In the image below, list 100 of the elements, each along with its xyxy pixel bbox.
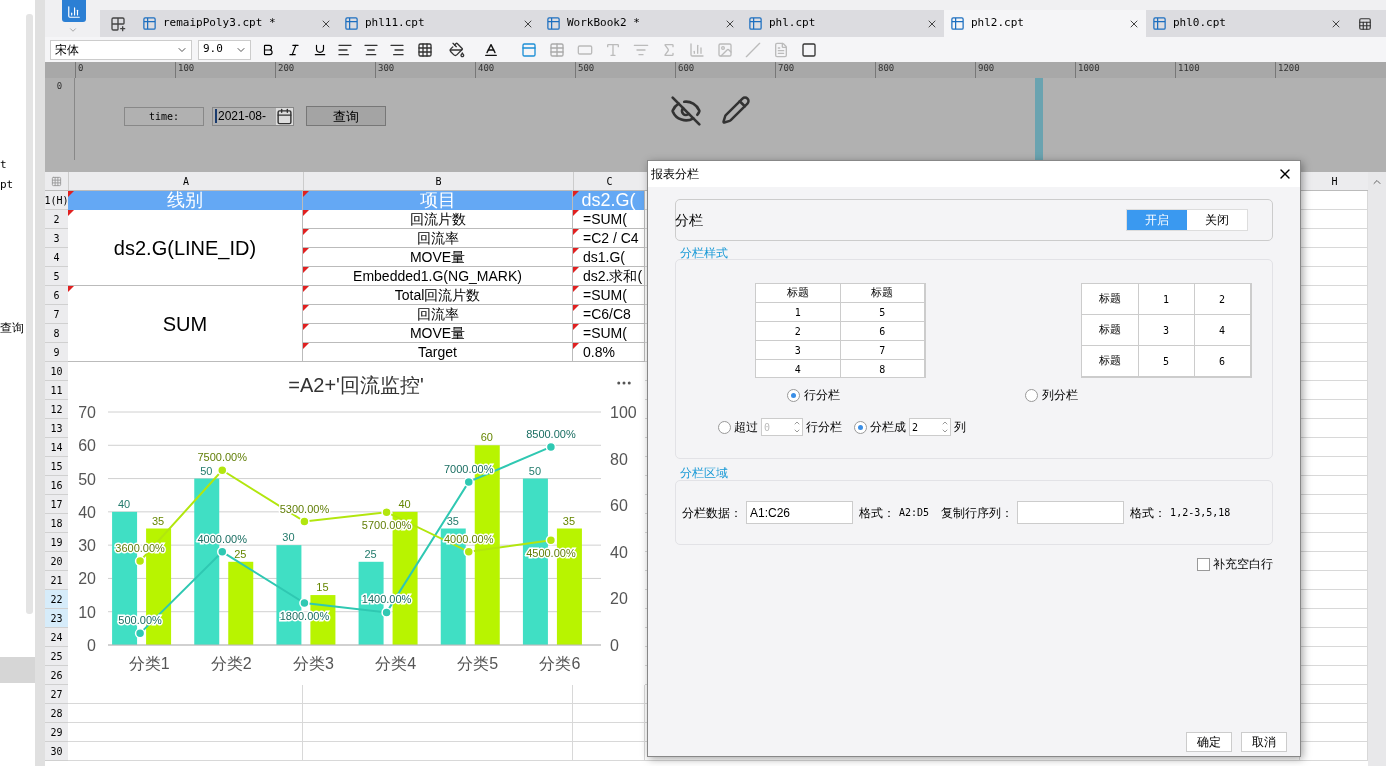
row-header[interactable]: 22 (45, 590, 68, 609)
font-select[interactable]: 宋体 (50, 39, 192, 60)
row-header[interactable]: 17 (45, 495, 68, 514)
table-cell: 回流片数 (303, 210, 573, 229)
row-header[interactable]: 24 (45, 628, 68, 647)
ruler-label: 800 (878, 62, 895, 75)
radio-label: 超过 (734, 419, 758, 436)
table-cell: SUM (68, 286, 303, 362)
ruler-label: 200 (278, 62, 295, 75)
bar-label: 35 (151, 514, 165, 527)
ruler-label: 0 (56, 80, 63, 93)
row-header[interactable]: 29 (45, 723, 68, 742)
row-header[interactable]: 2 (45, 210, 68, 229)
table-cell: =C6/C8 (573, 305, 645, 324)
dialog-title: 报表分栏 (651, 166, 699, 183)
preview-cell: 1 (756, 303, 841, 322)
row-header[interactable]: 9 (45, 343, 68, 362)
row-header[interactable]: 3 (45, 229, 68, 248)
select-value: 宋体 (55, 41, 80, 59)
row-header[interactable]: 23 (45, 609, 68, 628)
row-header[interactable]: 7 (45, 305, 68, 324)
radio-label: 列分栏 (1042, 387, 1078, 404)
row-header[interactable]: 16 (45, 476, 68, 495)
x-tick: 分类5 (457, 655, 499, 672)
query-button[interactable]: 查询 (306, 106, 386, 126)
column-header[interactable]: A (68, 172, 303, 190)
column-header[interactable]: C (573, 172, 645, 190)
bar-label: 40 (398, 497, 411, 510)
row-header[interactable]: 20 (45, 552, 68, 571)
preview-cell: 4 (756, 360, 841, 377)
toggle-label: 分栏 (675, 210, 703, 230)
row-header[interactable]: 12 (45, 400, 68, 419)
column-header[interactable]: B (303, 172, 573, 190)
bar-label: 25 (364, 547, 377, 560)
radio-label: 分栏成 (870, 419, 906, 436)
row-header[interactable]: 14 (45, 438, 68, 457)
dialog-button[interactable]: 取消 (1241, 732, 1287, 752)
table-cell: ds2.G(LINE_ID) (68, 210, 303, 286)
row-header[interactable]: 1(H) (45, 191, 68, 210)
input-field[interactable]: A1:C26 (746, 501, 853, 524)
row-header[interactable]: 21 (45, 571, 68, 590)
row-header[interactable]: 28 (45, 704, 68, 723)
line-label: 1400.00% (361, 593, 412, 606)
toggle-option[interactable]: 关闭 (1187, 210, 1247, 230)
tab-label: WorkBook2 * (567, 15, 641, 32)
size-select[interactable]: 9.0 (198, 39, 251, 60)
line-label: 7500.00% (197, 451, 247, 464)
dialog-button[interactable]: 确定 (1186, 732, 1232, 752)
tab-label: phl.cpt (769, 15, 817, 32)
bar-label: 35 (562, 514, 576, 527)
table-cell: 回流率 (303, 305, 573, 324)
bar-label: 60 (480, 431, 493, 444)
table-cell: =SUM( (573, 324, 645, 343)
row-header[interactable]: 6 (45, 286, 68, 305)
row-header[interactable]: 18 (45, 514, 68, 533)
y-tick: 10 (78, 603, 96, 621)
x-tick: 分类4 (375, 655, 417, 672)
row-header[interactable]: 13 (45, 419, 68, 438)
bar-label: 25 (234, 547, 247, 560)
bar-label: 30 (282, 531, 295, 544)
row-header[interactable]: 15 (45, 457, 68, 476)
header-cell: 线别 (68, 191, 303, 210)
radio-label: 行分栏 (804, 387, 840, 404)
number-value: 2 (912, 420, 920, 435)
format-hint: 1,2-3,5,18 (1170, 506, 1231, 520)
row-header[interactable]: 30 (45, 742, 68, 761)
row-header[interactable]: 5 (45, 267, 68, 286)
ruler-label: 600 (678, 62, 695, 75)
row-header[interactable]: 11 (45, 381, 68, 400)
date-field[interactable]: 2021-08- (212, 106, 294, 126)
ruler-label: 500 (578, 62, 595, 75)
x-tick: 分类3 (292, 655, 334, 672)
y2-tick: 0 (610, 637, 619, 654)
format-hint: A2:D5 (899, 506, 930, 520)
row-header[interactable]: 10 (45, 362, 68, 381)
ruler-label: 1200 (1278, 62, 1300, 75)
row-header[interactable]: 25 (45, 647, 68, 666)
line-label: 1800.00% (279, 610, 330, 623)
preview-cell: 标题 (1081, 346, 1139, 377)
row-header[interactable]: 8 (45, 324, 68, 343)
panel-item: t (0, 157, 7, 173)
preview-cell: 标题 (756, 284, 841, 303)
preview-cell: 4 (1194, 315, 1251, 346)
row-header[interactable]: 27 (45, 685, 68, 704)
ruler-label: 400 (478, 62, 495, 75)
preview-cell: 6 (1194, 346, 1251, 377)
row-header[interactable]: 26 (45, 666, 68, 685)
y2-tick: 80 (610, 450, 628, 468)
file-tab[interactable]: phl2.cpt (944, 10, 1146, 37)
preview-cell: 6 (840, 322, 925, 341)
radio-label: 行分栏 (806, 419, 842, 436)
chart-title: =A2+'回流监控' (288, 374, 424, 396)
row-header[interactable]: 19 (45, 533, 68, 552)
ruler-label: 300 (378, 62, 395, 75)
number-field[interactable]: 2 (909, 418, 951, 436)
table-cell: 0.8% (573, 343, 645, 362)
section-legend: 分栏样式 (680, 246, 1273, 260)
table-cell: =SUM( (573, 286, 645, 305)
checkbox-label: 补充空白行 (1213, 556, 1273, 573)
row-header[interactable]: 4 (45, 248, 68, 267)
